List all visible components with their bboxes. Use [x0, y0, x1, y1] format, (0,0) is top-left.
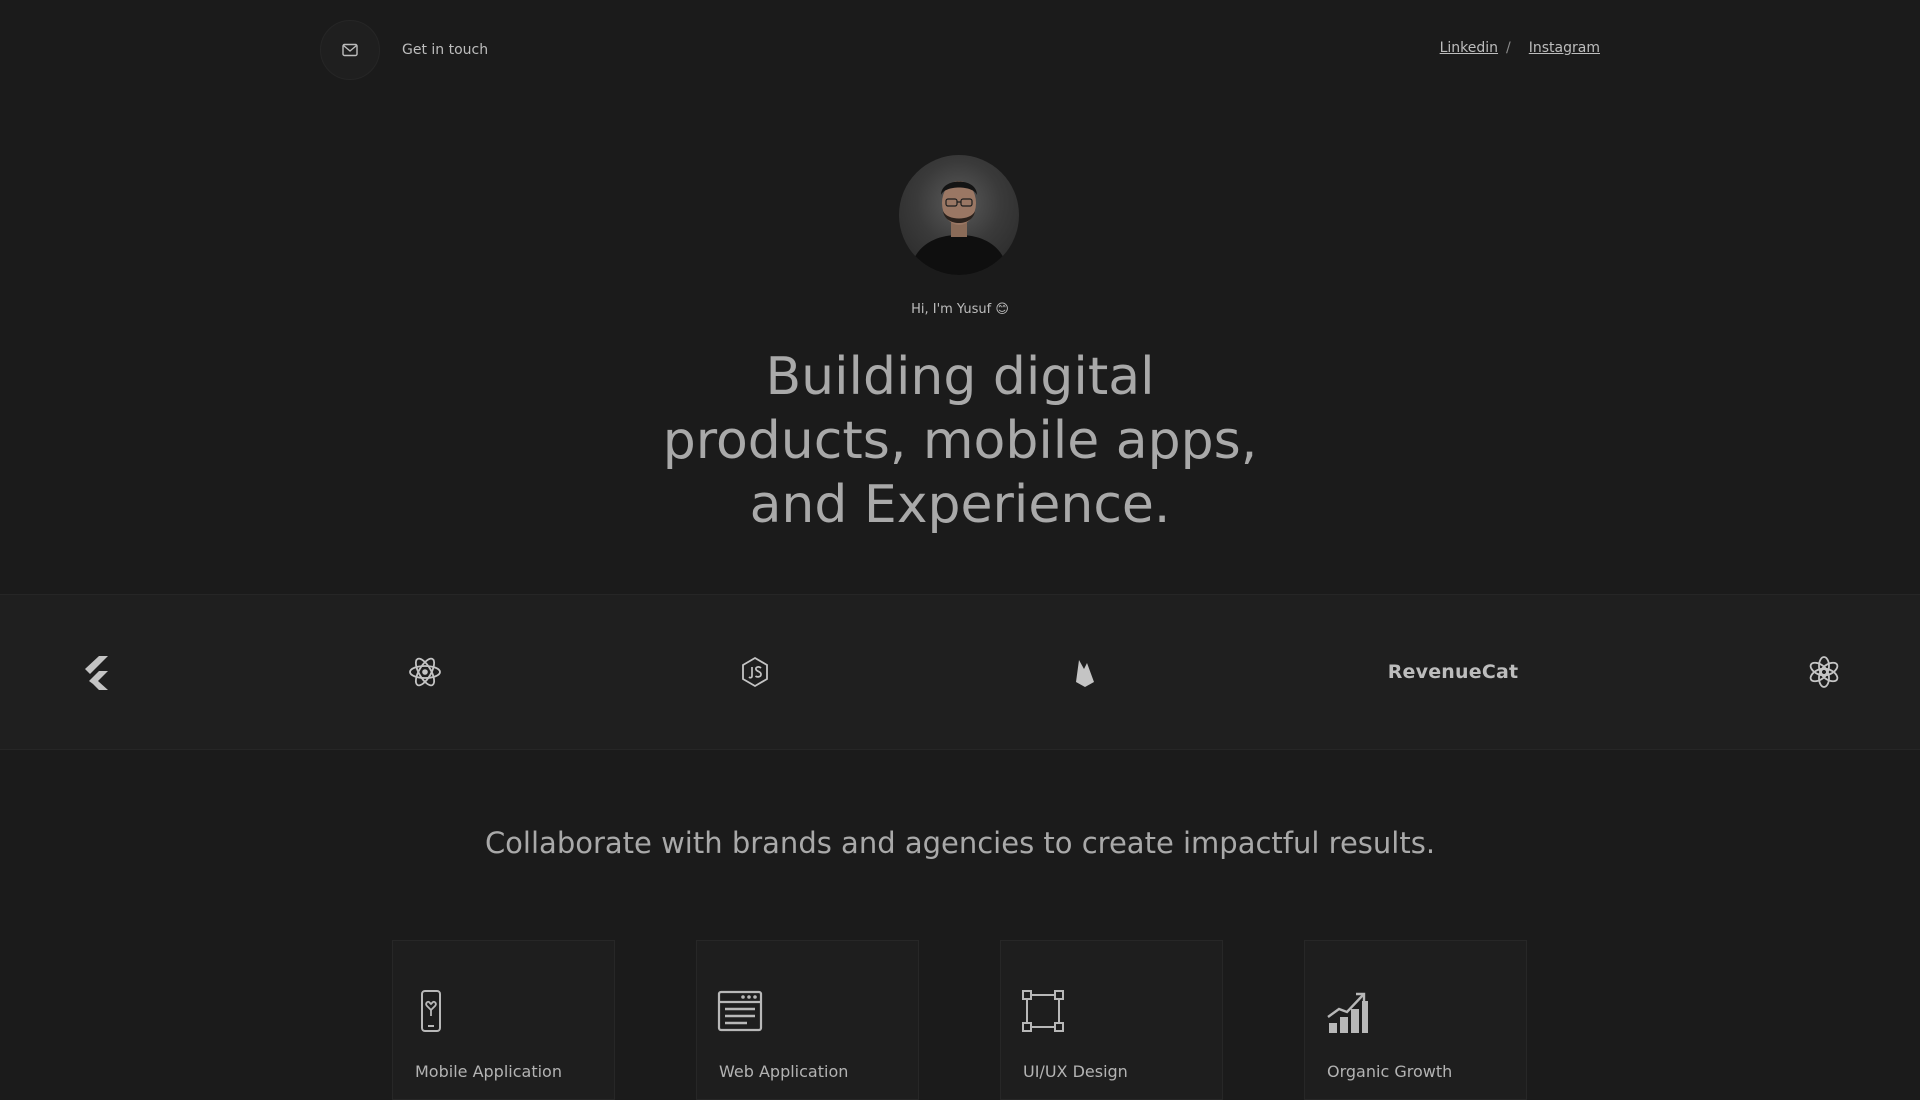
- social-links: Linkedin / Instagram: [1440, 40, 1600, 56]
- avatar-portrait: [909, 181, 1009, 275]
- hero-title-line-1: Building digital: [765, 347, 1155, 407]
- hero-title: Building digital products, mobile apps, …: [560, 345, 1360, 537]
- nodejs-icon: [741, 656, 769, 688]
- service-card-uiux[interactable]: UI/UX Design: [1000, 940, 1223, 1100]
- service-card-growth[interactable]: Organic Growth: [1304, 940, 1527, 1100]
- service-card-mobile[interactable]: Mobile Application: [392, 940, 615, 1100]
- site-header: Get in touch Linkedin / Instagram: [0, 0, 1920, 100]
- hero-title-line-3: and Experience.: [749, 475, 1171, 535]
- mail-icon: [342, 43, 358, 57]
- service-card-web[interactable]: Web Application: [696, 940, 919, 1100]
- frame-icon: [1021, 989, 1065, 1037]
- browser-icon: [717, 989, 763, 1037]
- mobile-icon: [413, 989, 447, 1037]
- greeting-text: Hi, I'm Yusuf 😊: [911, 302, 1009, 317]
- get-in-touch-label: Get in touch: [402, 42, 489, 58]
- hero-title-line-2: products, mobile apps,: [662, 411, 1258, 471]
- service-label: UI/UX Design: [1023, 1062, 1128, 1081]
- instagram-link[interactable]: Instagram: [1529, 40, 1600, 56]
- linkedin-link[interactable]: Linkedin: [1440, 40, 1498, 56]
- firebase-icon: [1073, 656, 1097, 688]
- avatar: [899, 155, 1019, 275]
- tech-stack-strip: RevenueCat: [0, 594, 1920, 750]
- social-separator: /: [1506, 40, 1511, 56]
- flutter-icon: [81, 654, 111, 690]
- openai-icon: [1807, 655, 1841, 689]
- mail-button[interactable]: [320, 20, 380, 80]
- collaborate-heading: Collaborate with brands and agencies to …: [484, 826, 1436, 860]
- service-label: Mobile Application: [415, 1062, 562, 1081]
- get-in-touch-link[interactable]: Get in touch: [320, 20, 488, 80]
- revenuecat-logo: RevenueCat: [1387, 661, 1519, 683]
- react-icon: [408, 656, 442, 688]
- service-label: Organic Growth: [1327, 1062, 1453, 1081]
- growth-chart-icon: [1325, 989, 1371, 1039]
- service-label: Web Application: [719, 1062, 849, 1081]
